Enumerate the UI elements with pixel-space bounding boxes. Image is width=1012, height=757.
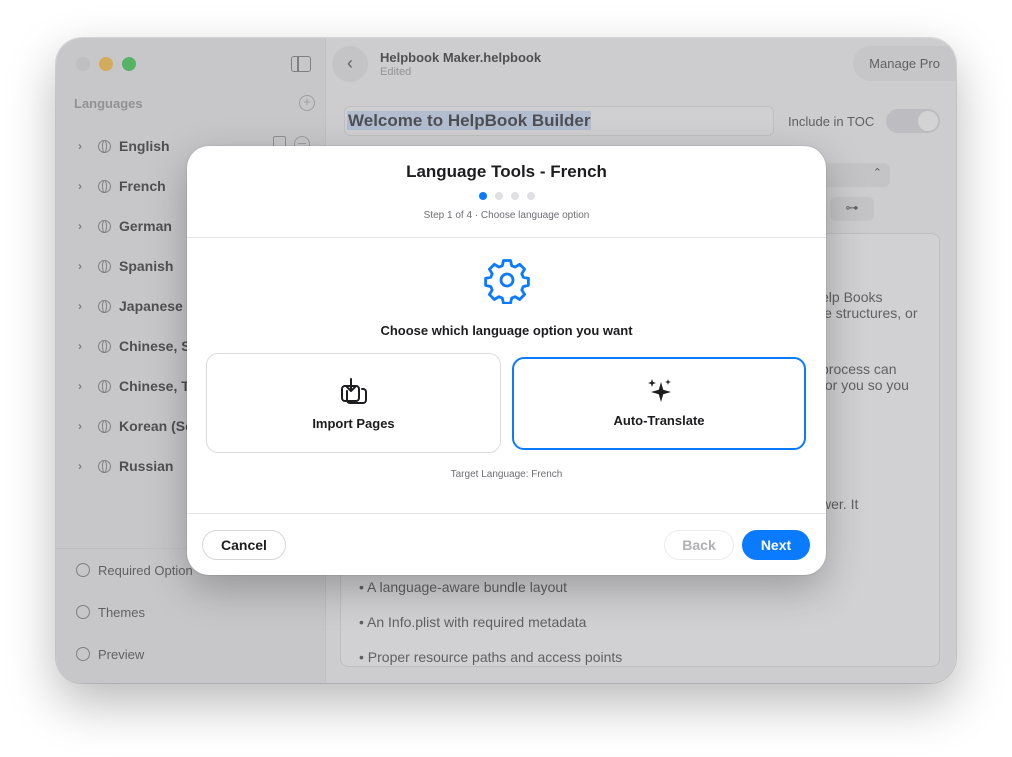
auto-translate-option[interactable]: Auto-Translate [512,357,806,450]
next-button[interactable]: Next [742,530,810,560]
import-pages-option[interactable]: Import Pages [206,353,501,453]
dialog-prompt: Choose which language option you want [380,323,633,338]
divider [187,237,826,238]
target-language-label: Target Language: French [450,469,563,480]
step-dot [510,192,519,200]
step-dot-active [478,192,487,200]
gear-icon [484,259,530,304]
cancel-button[interactable]: Cancel [202,530,286,560]
language-tools-dialog: Language Tools - French Step 1 of 4 · Ch… [187,146,826,575]
step-dot [526,192,535,200]
divider [187,513,826,514]
option-label: Import Pages [312,416,395,431]
option-label: Auto-Translate [613,413,705,428]
step-dot [494,192,503,200]
sparkles-icon [648,379,671,402]
dialog-title: Language Tools - French [406,162,607,181]
step-indicator [187,192,826,200]
back-button[interactable]: Back [664,530,734,560]
step-caption: Step 1 of 4 · Choose language option [423,210,590,221]
import-tray-icon [340,378,367,404]
